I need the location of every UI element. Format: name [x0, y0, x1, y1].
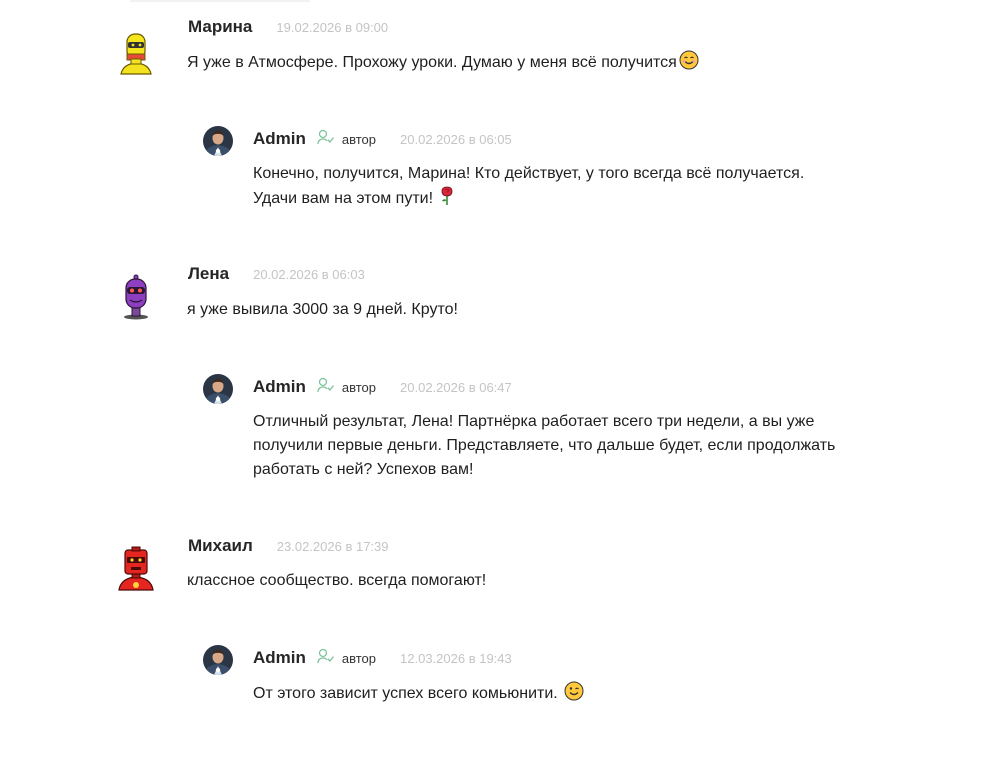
comment-author[interactable]: Лена — [188, 264, 229, 284]
reply-text: От этого зависит успех всего комьюнити. — [253, 681, 584, 706]
reply-author[interactable]: Admin — [253, 648, 306, 668]
reply-meta: Admin автор 12.03.2026 в 19:43 — [253, 647, 512, 668]
author-role-label: автор — [341, 651, 377, 666]
author-role-label: автор — [341, 132, 377, 147]
comment-meta: Марина 19.02.2026 в 09:00 — [188, 17, 388, 37]
winking-face-emoji — [564, 681, 584, 701]
author-role-label: автор — [341, 380, 377, 395]
comment-date[interactable]: 19.02.2026 в 09:00 — [276, 20, 388, 35]
reply-meta: Admin автор 20.02.2026 в 06:47 — [253, 376, 512, 397]
yellow-robot-avatar — [113, 30, 159, 76]
comment-date[interactable]: 20.02.2026 в 06:03 — [253, 267, 365, 282]
comment-text: классное сообщество. всегда помогают! — [187, 572, 487, 589]
comment-meta: Михаил 23.02.2026 в 17:39 — [188, 536, 389, 556]
reply-text: Отличный результат, Лена! Партнёрка рабо… — [253, 413, 836, 478]
comment-author[interactable]: Марина — [188, 17, 252, 37]
user-check-icon — [317, 129, 334, 145]
reply-meta: Admin автор 20.02.2026 в 06:05 — [253, 128, 512, 149]
user-check-icon — [317, 648, 334, 664]
reply-text: Конечно, получится, Марина! Кто действуе… — [253, 165, 805, 207]
admin-avatar — [203, 374, 233, 404]
admin-avatar — [203, 645, 233, 675]
comment: Михаил 23.02.2026 в 17:39 классное сообщ… — [0, 0, 1002, 702]
user-check-icon — [317, 377, 334, 393]
reply-author[interactable]: Admin — [253, 129, 306, 149]
purple-robot-avatar — [113, 274, 159, 320]
comment-text: Я уже в Атмосфере. Прохожу уроки. Думаю … — [187, 50, 699, 75]
comment-text: я уже вывила 3000 за 9 дней. Круто! — [187, 301, 458, 318]
reply-date[interactable]: 12.03.2026 в 19:43 — [400, 651, 512, 666]
comment-author[interactable]: Михаил — [188, 536, 253, 556]
comment: Марина 19.02.2026 в 09:00 Я уже в Атмосф… — [0, 0, 1002, 230]
reply-author[interactable]: Admin — [253, 377, 306, 397]
smiling-face-emoji — [679, 50, 699, 70]
reply-date[interactable]: 20.02.2026 в 06:47 — [400, 380, 512, 395]
reply-date[interactable]: 20.02.2026 в 06:05 — [400, 132, 512, 147]
comment-date[interactable]: 23.02.2026 в 17:39 — [277, 539, 389, 554]
red-robot-avatar — [113, 546, 159, 592]
admin-avatar — [203, 126, 233, 156]
comment-meta: Лена 20.02.2026 в 06:03 — [188, 264, 365, 284]
rose-emoji — [440, 186, 454, 206]
